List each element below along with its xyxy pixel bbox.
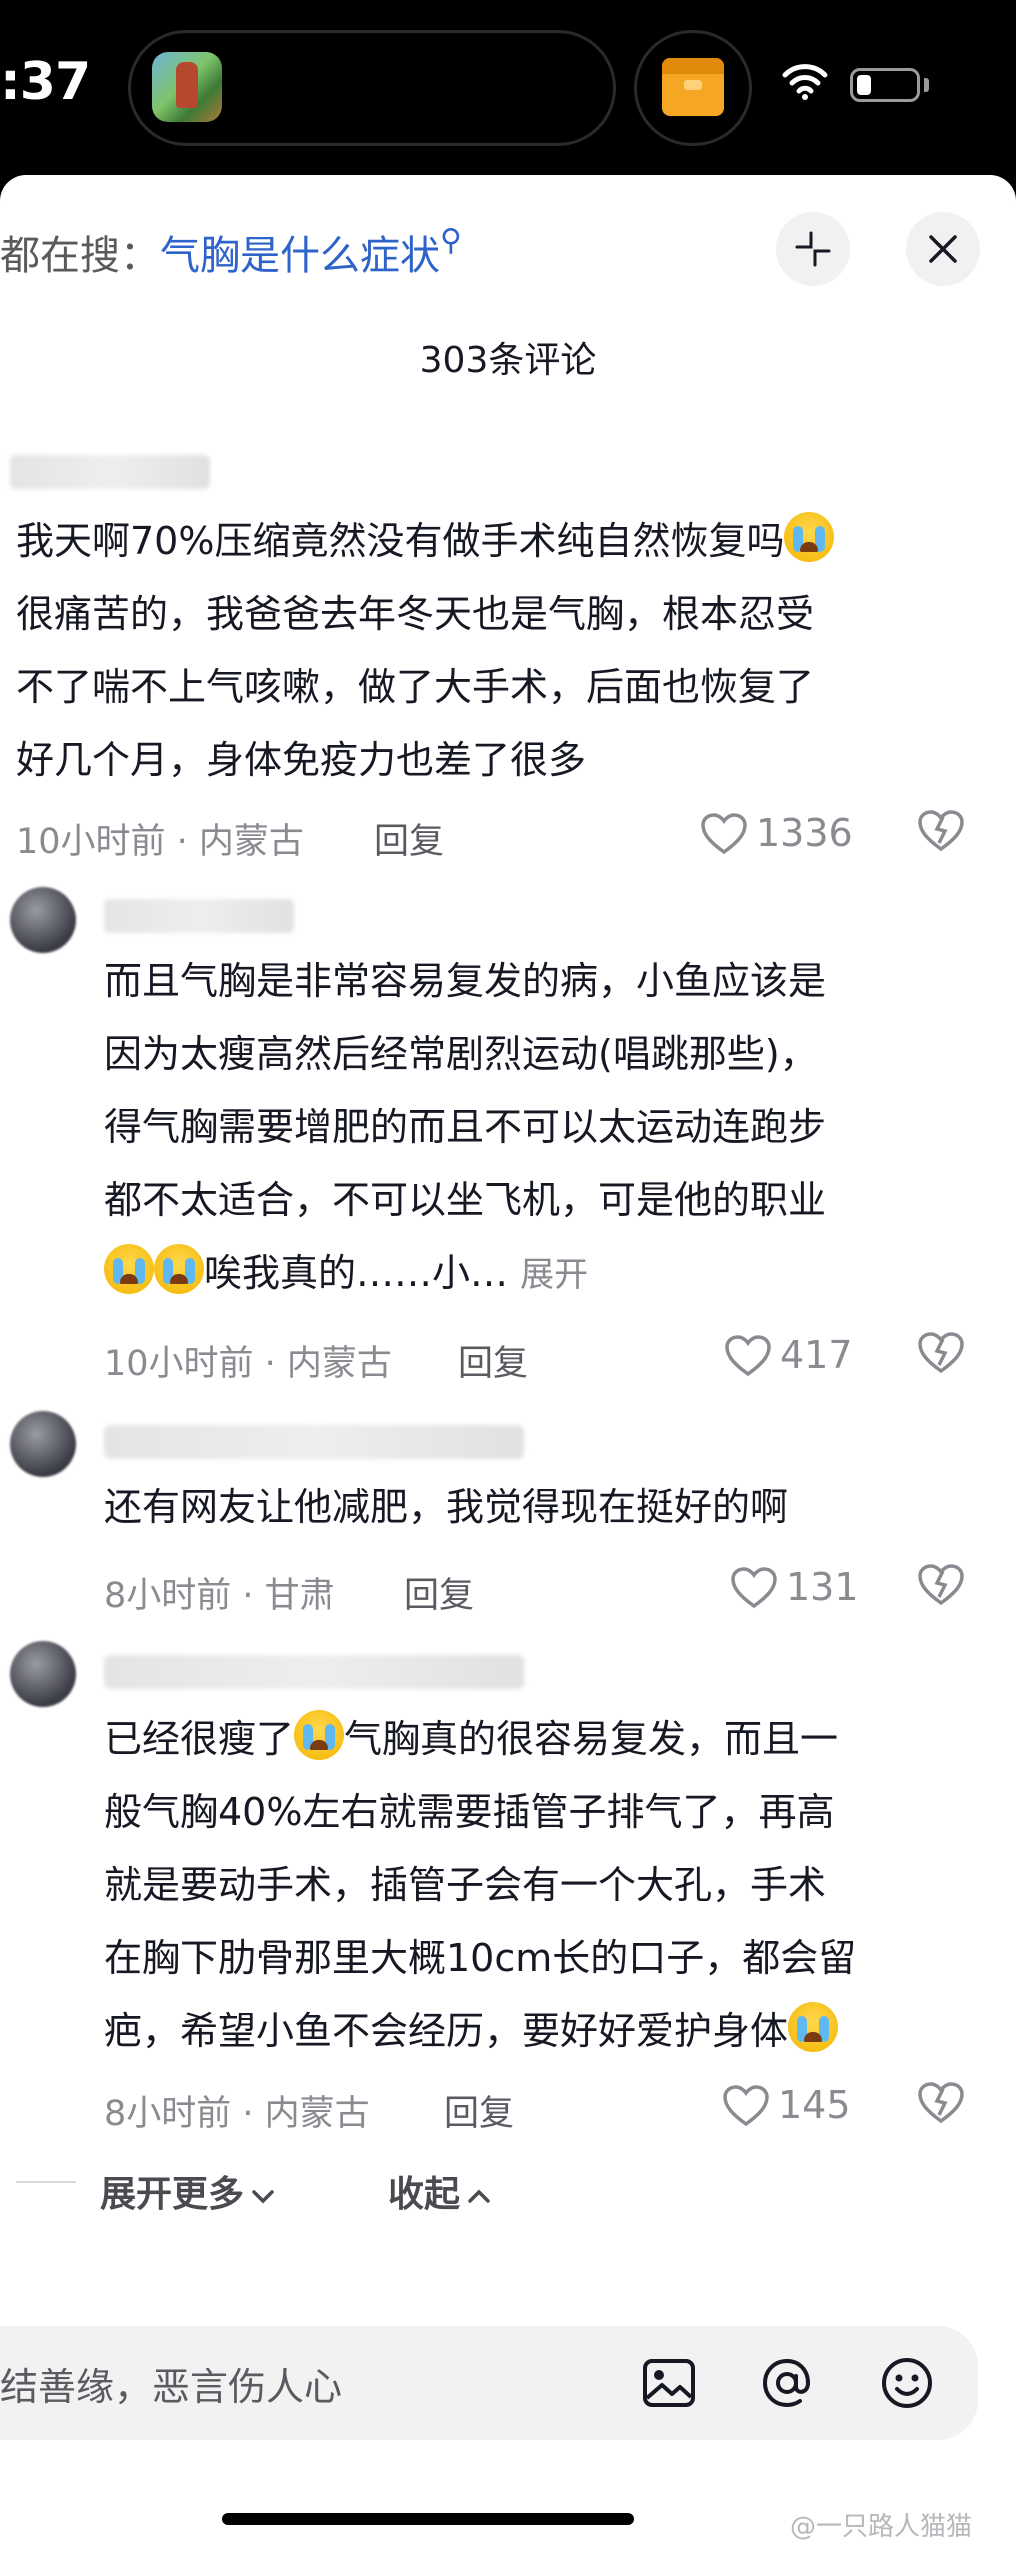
reply-expand-row: 展开更多 收起 — [0, 2165, 1016, 2225]
avatar[interactable] — [10, 1641, 76, 1707]
comment-line: 气胸真的很容易复发，而且一 — [344, 1717, 839, 1761]
comment-text: 已经很瘦了 气胸真的很容易复发，而且一 般气胸40%左右就需要插管子排气了，再高 … — [104, 1703, 856, 2068]
avatar[interactable] — [10, 887, 76, 953]
comment-line: 得气胸需要增肥的而且不可以太运动连跑步 — [104, 1105, 827, 1149]
comment-line: 很痛苦的，我爸爸去年冬天也是气胸，根本忍受 — [16, 592, 815, 636]
comment-meta: 10小时前 · 内蒙古 — [104, 1344, 392, 1384]
comment-text: 我天啊70%压缩竟然没有做手术纯自然恢复吗 很痛苦的，我爸爸去年冬天也是气胸，根… — [16, 505, 835, 797]
heart-icon — [701, 813, 747, 855]
watermark: @一只路人猫猫 — [790, 2512, 973, 2542]
comment-input-placeholder: 结善缘，恶言伤人心 — [0, 2365, 343, 2409]
search-query-link[interactable]: 气胸是什么症状 — [160, 233, 440, 279]
like-button[interactable]: 131 — [730, 1565, 859, 1610]
like-count: 417 — [780, 1333, 853, 1377]
close-button[interactable] — [906, 212, 980, 286]
avatar[interactable] — [10, 1411, 76, 1477]
at-icon[interactable] — [758, 2354, 816, 2412]
comment-line: 不了喘不上气咳嗽，做了大手术，后面也恢复了 — [16, 665, 815, 709]
comment-line: 好几个月，身体免疫力也差了很多 — [16, 738, 587, 782]
username-blurred[interactable] — [104, 1425, 524, 1459]
dislike-icon[interactable] — [916, 807, 966, 853]
comment-line: 已经很瘦了 — [104, 1717, 295, 1761]
comment-line: 因为太瘦高然后经常剧烈运动(唱跳那些)， — [104, 1032, 818, 1076]
search-icon: ⚲ — [440, 223, 462, 258]
comment-line: 都不太适合，不可以坐飞机，可是他的职业 — [104, 1178, 827, 1222]
comment-line: 般气胸40%左右就需要插管子排气了，再高 — [104, 1790, 835, 1834]
crying-emoji-icon — [784, 512, 835, 562]
crying-emoji-icon — [788, 2002, 839, 2052]
like-count: 131 — [786, 1565, 859, 1609]
username-blurred[interactable] — [104, 899, 294, 933]
status-time: :37 — [0, 52, 91, 112]
box-icon[interactable] — [662, 58, 724, 116]
comment-text: 而且气胸是非常容易复发的病，小鱼应该是 因为太瘦高然后经常剧烈运动(唱跳那些)，… — [104, 945, 826, 1312]
heart-icon — [725, 1335, 771, 1377]
comment-meta: 8小时前 · 内蒙古 — [104, 2094, 370, 2134]
username-blurred[interactable] — [10, 455, 210, 489]
chevron-down-icon — [252, 2190, 274, 2204]
search-suggestion[interactable]: 都在搜：气胸是什么症状⚲ — [0, 223, 462, 281]
collapse-button[interactable] — [776, 212, 850, 286]
collapse-label: 收起 — [388, 2174, 461, 2215]
reply-button[interactable]: 回复 — [404, 1567, 474, 1618]
comment-count: 303条评论 — [419, 340, 597, 381]
heart-icon — [731, 1567, 777, 1609]
crying-emoji-icon — [154, 1244, 204, 1294]
comment-line: 疤，希望小鱼不会经历，要好好爱护身体 — [104, 2009, 789, 2053]
reply-button[interactable]: 回复 — [374, 813, 444, 864]
crying-emoji-icon — [104, 1244, 154, 1294]
search-prefix: 都在搜： — [0, 233, 160, 279]
expand-more-button[interactable]: 展开更多 — [100, 2165, 278, 2217]
collapse-icon — [795, 231, 831, 267]
username-blurred[interactable] — [104, 1655, 524, 1689]
divider — [16, 2181, 76, 2183]
dislike-icon[interactable] — [916, 1329, 966, 1375]
reply-button[interactable]: 回复 — [458, 1335, 528, 1386]
wifi-icon — [782, 64, 828, 100]
like-button[interactable]: 145 — [722, 2083, 851, 2128]
expand-comment-link[interactable]: 展开 — [520, 1255, 588, 1295]
comment-sheet: 都在搜：气胸是什么症状⚲ 303条评论 我天啊70%压缩竟然没有做手术纯自然恢复… — [0, 175, 1016, 2555]
comment-line: 在胸下肋骨那里大概10cm长的口子，都会留 — [104, 1936, 857, 1980]
like-button[interactable]: 417 — [724, 1333, 853, 1378]
chevron-up-icon — [468, 2189, 490, 2203]
home-indicator[interactable] — [222, 2513, 634, 2525]
battery-tip — [924, 78, 929, 92]
reply-button[interactable]: 回复 — [444, 2085, 514, 2136]
like-count: 145 — [778, 2083, 851, 2127]
like-button[interactable]: 1336 — [700, 811, 853, 856]
close-icon — [929, 235, 957, 263]
crying-emoji-icon — [294, 1710, 345, 1760]
comment-meta: 8小时前 · 甘肃 — [104, 1576, 335, 1616]
expand-more-label: 展开更多 — [100, 2174, 245, 2215]
emoji-icon[interactable] — [878, 2354, 936, 2412]
comment-line: 就是要动手术，插管子会有一个大孔，手术 — [104, 1863, 827, 1907]
battery-icon — [850, 68, 920, 102]
like-count: 1336 — [756, 811, 853, 855]
heart-icon — [723, 2085, 769, 2127]
app-thumbnail-icon[interactable] — [152, 52, 222, 122]
status-bar: :37 — [0, 0, 1016, 175]
comment-line: 我天啊70%压缩竟然没有做手术纯自然恢复吗 — [16, 519, 785, 563]
dislike-icon[interactable] — [916, 1561, 966, 1607]
dislike-icon[interactable] — [916, 2079, 966, 2125]
comment-meta: 10小时前 · 内蒙古 — [16, 822, 304, 862]
collapse-replies-button[interactable]: 收起 — [388, 2165, 494, 2217]
comment-line: 唉我真的……小… — [204, 1251, 509, 1295]
image-icon[interactable] — [640, 2354, 698, 2412]
comment-line: 还有网友让他减肥，我觉得现在挺好的啊 — [104, 1485, 789, 1529]
comment-text: 还有网友让他减肥，我觉得现在挺好的啊 — [104, 1471, 788, 1544]
comment-input[interactable]: 结善缘，恶言伤人心 — [0, 2326, 978, 2440]
comment-line: 而且气胸是非常容易复发的病，小鱼应该是 — [104, 959, 827, 1003]
